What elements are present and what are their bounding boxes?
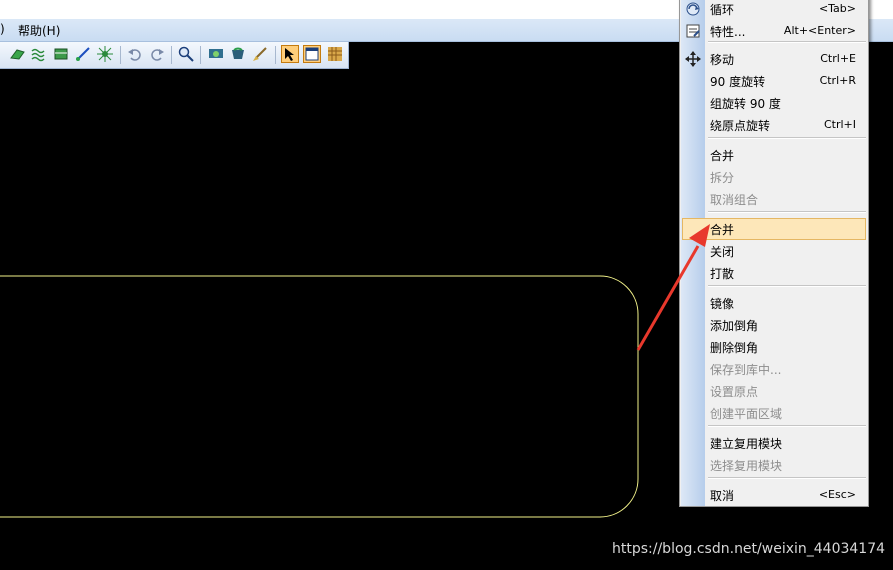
watermark-text: https://blog.csdn.net/weixin_44034174: [612, 541, 886, 557]
annotation-arrow: [636, 224, 710, 351]
